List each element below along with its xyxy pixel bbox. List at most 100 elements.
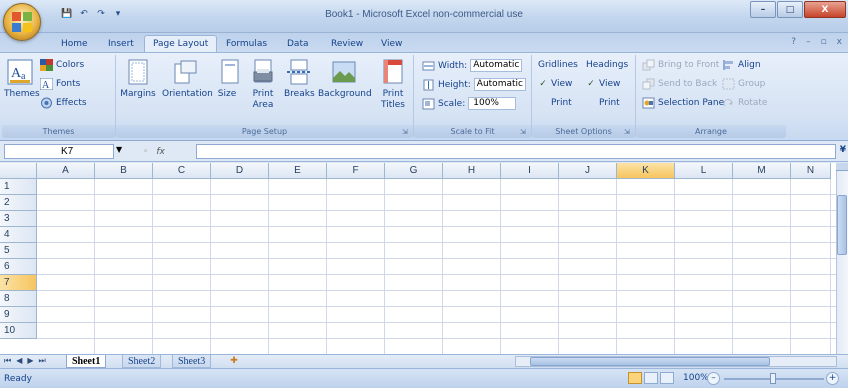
insert-sheet-icon[interactable]: ✚ — [222, 355, 246, 368]
first-sheet-icon[interactable]: ⏮ — [4, 356, 11, 366]
selection-pane-button[interactable]: Selection Pane — [642, 97, 724, 109]
page-setup-launcher-icon[interactable]: ⇲ — [402, 128, 410, 136]
formula-cancel-icon[interactable]: ◦ — [143, 147, 148, 157]
column-header-j[interactable]: J — [559, 163, 617, 179]
expand-formula-bar-icon[interactable]: ¥ — [840, 145, 846, 155]
row-header-2[interactable]: 2 — [0, 195, 37, 211]
tab-home[interactable]: Home — [53, 36, 96, 52]
vertical-scrollbar[interactable] — [836, 163, 848, 354]
gridlines-view-checkbox[interactable]: ✓ View — [538, 78, 572, 90]
column-header-m[interactable]: M — [733, 163, 791, 179]
scale-spinner[interactable]: 100% — [468, 97, 517, 110]
column-header-k[interactable]: K — [617, 163, 675, 179]
column-header-b[interactable]: B — [95, 163, 153, 179]
column-header-d[interactable]: D — [211, 163, 269, 179]
tab-formulas[interactable]: Formulas — [218, 36, 275, 52]
column-header-e[interactable]: E — [269, 163, 327, 179]
insert-function-button[interactable]: fx — [156, 147, 165, 157]
close-button[interactable]: X — [804, 1, 846, 18]
column-header-f[interactable]: F — [327, 163, 385, 179]
help-icon[interactable]: ? — [791, 37, 796, 47]
scale-to-fit-launcher-icon[interactable]: ⇲ — [520, 128, 528, 136]
office-button[interactable] — [3, 3, 41, 41]
tab-data[interactable]: Data — [279, 36, 317, 52]
zoom-in-button[interactable]: + — [826, 372, 839, 385]
print-titles-label-2: Titles — [381, 100, 405, 110]
vertical-split-handle[interactable] — [836, 163, 848, 171]
row-header-3[interactable]: 3 — [0, 211, 37, 227]
row-header-8[interactable]: 8 — [0, 291, 37, 307]
headings-print-checkbox[interactable]: Print — [586, 97, 620, 109]
effects-button[interactable]: Effects — [40, 97, 87, 109]
worksheet-grid[interactable]: A B C D E F G H I J K L M N 1 2 3 4 5 6 7 8 9 10 — [0, 163, 848, 354]
print-titles-icon — [383, 59, 403, 84]
margins-label: Margins — [120, 89, 156, 99]
orientation-button[interactable]: Orientation — [162, 58, 213, 100]
horizontal-scroll-thumb[interactable] — [530, 357, 770, 366]
tab-review[interactable]: Review — [323, 36, 371, 52]
select-all-button[interactable] — [0, 163, 37, 179]
page-layout-view-button[interactable] — [644, 372, 658, 384]
headings-view-checkbox[interactable]: ✓ View — [586, 78, 620, 90]
height-dropdown[interactable]: Automatic — [473, 78, 526, 91]
themes-button[interactable]: A a Themes — [4, 58, 40, 100]
zoom-level[interactable]: 100% — [683, 373, 709, 383]
tab-page-layout[interactable]: Page Layout — [144, 35, 218, 53]
sheet-tab-1[interactable]: Sheet1 — [66, 355, 107, 368]
zoom-out-button[interactable]: – — [707, 372, 720, 385]
vertical-scroll-thumb[interactable] — [837, 195, 847, 255]
last-sheet-icon[interactable]: ⏭ — [39, 356, 46, 366]
next-sheet-icon[interactable]: ▶ — [27, 356, 33, 366]
column-header-i[interactable]: I — [501, 163, 559, 179]
horizontal-scrollbar[interactable] — [515, 356, 837, 367]
row-header-6[interactable]: 6 — [0, 259, 37, 275]
normal-view-button[interactable] — [628, 372, 642, 384]
column-header-l[interactable]: L — [675, 163, 733, 179]
rotate-button[interactable]: Rotate — [722, 97, 767, 109]
tab-view[interactable]: View — [373, 36, 410, 52]
print-area-button[interactable]: Print Area — [248, 58, 278, 111]
page-break-preview-button[interactable] — [660, 372, 674, 384]
margins-button[interactable]: Margins — [120, 58, 156, 100]
column-header-g[interactable]: G — [385, 163, 443, 179]
row-header-1[interactable]: 1 — [0, 179, 37, 195]
row-header-5[interactable]: 5 — [0, 243, 37, 259]
align-button[interactable]: Align — [722, 59, 761, 71]
tab-insert[interactable]: Insert — [100, 36, 142, 52]
row-header-4[interactable]: 4 — [0, 227, 37, 243]
gridlines-print-checkbox[interactable]: Print — [538, 97, 572, 109]
workbook-restore-button[interactable]: ▫ — [821, 37, 827, 47]
column-header-n[interactable]: N — [791, 163, 831, 179]
background-button[interactable]: Background — [318, 58, 372, 100]
sheet-tab-3[interactable]: Sheet3 — [172, 355, 212, 368]
row-header-7[interactable]: 7 — [0, 275, 37, 291]
workbook-minimize-button[interactable]: – — [806, 37, 811, 47]
row-header-10[interactable]: 10 — [0, 323, 37, 339]
window-controls: – □ X — [750, 1, 846, 18]
size-button[interactable]: Size — [216, 58, 239, 100]
column-header-a[interactable]: A — [37, 163, 95, 179]
sheet-options-group-label: Sheet Options — [532, 125, 635, 138]
send-to-back-button[interactable]: Send to Back — [642, 78, 717, 90]
formula-input[interactable] — [196, 144, 836, 159]
breaks-button[interactable]: Breaks — [284, 58, 315, 100]
workbook-close-button[interactable]: x — [837, 37, 842, 47]
column-header-c[interactable]: C — [153, 163, 211, 179]
bring-to-front-button[interactable]: Bring to Front — [642, 59, 719, 71]
prev-sheet-icon[interactable]: ◀ — [16, 356, 22, 366]
row-header-9[interactable]: 9 — [0, 307, 37, 323]
name-box[interactable]: K7 — [4, 144, 114, 159]
name-box-dropdown-icon[interactable]: ▼ — [116, 145, 122, 154]
colors-button[interactable]: Colors — [40, 59, 84, 71]
width-dropdown[interactable]: Automatic — [470, 59, 523, 72]
sheet-options-launcher-icon[interactable]: ⇲ — [624, 128, 632, 136]
print-titles-button[interactable]: Print Titles — [378, 58, 408, 111]
maximize-button[interactable]: □ — [777, 1, 803, 18]
column-header-h[interactable]: H — [443, 163, 501, 179]
zoom-slider-thumb[interactable] — [770, 373, 776, 384]
column-gridline — [152, 179, 153, 354]
group-button[interactable]: Group — [722, 78, 765, 90]
fonts-button[interactable]: A Fonts — [40, 78, 80, 90]
minimize-button[interactable]: – — [750, 1, 776, 18]
sheet-tab-2[interactable]: Sheet2 — [122, 355, 162, 368]
